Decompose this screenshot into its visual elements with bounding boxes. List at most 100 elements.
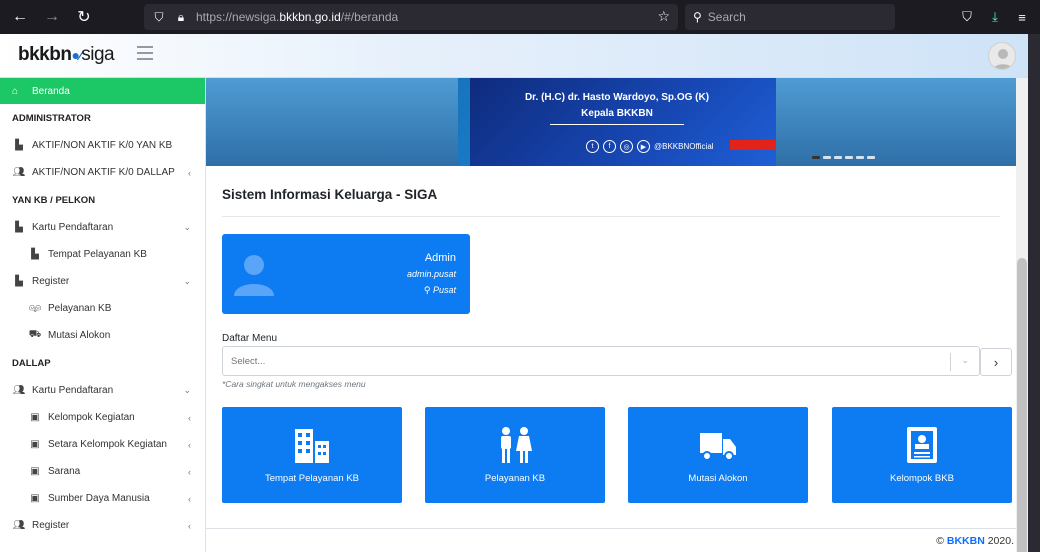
user-level-label: Pusat [432,285,456,295]
reload-icon[interactable]: ↻ [70,3,98,31]
browser-toolbar: ← → ↻ ⛉ 🔒︎ https://newsiga. bkkbn.go.id/#… [0,0,1040,34]
user-avatar[interactable] [988,42,1016,70]
chevron-left-icon: ‹ [188,520,191,531]
people-icon: 👫︎ [28,303,42,314]
chevron-left-icon: ‹ [188,466,191,477]
sidebar-item-label: Register [32,520,70,531]
carousel-dot[interactable] [867,156,875,159]
menu-select[interactable]: Select... ⌄ [222,346,980,376]
main-content: Sistem Informasi Keluarga - SIGA Admin a… [206,166,1028,528]
location-pin-icon: ⚲ [423,285,433,295]
sidebar-heading-administrator: ADMINISTRATOR [12,112,91,124]
book-icon: ▣ [30,493,40,504]
page-title: Sistem Informasi Keluarga - SIGA [222,187,438,202]
lock-icon: 🔒︎ [177,9,185,24]
page-scrollbar[interactable] [1016,78,1028,552]
footer-copyright: © BKKBN 2020. [936,535,1014,547]
bookmark-star-icon[interactable]: ☆ [657,8,670,25]
user-username: admin.pusat [406,269,456,279]
sidebar-item-label: Mutasi Alokon [48,330,111,341]
banner-role: Kepala BKKBN [581,108,653,119]
sidebar-item-beranda[interactable]: ⌂ Beranda [0,78,205,104]
browser-search-input[interactable]: ⚲ Search [685,4,895,30]
user-level: ⚲ Pusat [424,285,456,296]
sidebar-item-label: Kelompok Kegiatan [48,412,135,423]
menu-icon[interactable]: ≡ [1011,6,1033,28]
tile-pelayanan-kb[interactable]: Pelayanan KB [425,407,605,503]
sidebar-item-aktif-dallap[interactable]: 👥︎ AKTIF/NON AKTIF K/0 DALLAP ‹ [0,159,205,186]
logo-mark-icon: ●⁄ [71,47,82,63]
sidebar-item-setara-kelompok[interactable]: ▣ Setara Kelompok Kegiatan ‹ [0,431,205,458]
book-icon: ▣ [30,412,40,423]
scrollbar-thumb[interactable] [1017,258,1027,552]
tile-tempat-pelayanan-kb[interactable]: Tempat Pelayanan KB [222,407,402,503]
youtube-icon: ▶ [637,140,650,153]
copyright-symbol: © [936,535,944,547]
chevron-down-icon: ⌄ [183,222,191,232]
chevron-left-icon: ‹ [188,439,191,450]
sidebar-item-register[interactable]: ▙ Register ⌄ [0,268,205,295]
back-icon[interactable]: ← [6,3,34,31]
sidebar-item-aktif-yan-kb[interactable]: ▙ AKTIF/NON AKTIF K/0 YAN KB [0,132,205,159]
sidebar-item-kelompok-kegiatan[interactable]: ▣ Kelompok Kegiatan ‹ [0,404,205,431]
carousel-indicators [812,156,875,159]
chevron-down-icon[interactable]: ⌄ [961,355,969,366]
tile-mutasi-alokon[interactable]: Mutasi Alokon [628,407,808,503]
footer-brand-link[interactable]: BKKBN [947,535,985,547]
building-icon: ▙ [31,249,39,260]
book-icon: ▣ [30,466,40,477]
download-icon[interactable]: ⤓ [984,6,1006,28]
tile-kelompok-bkb[interactable]: Kelompok BKB [832,407,1012,503]
carousel-dot[interactable] [812,156,820,159]
carousel-dot[interactable] [834,156,842,159]
browser-search-placeholder: Search [707,10,746,24]
sidebar: ⌂ Beranda ADMINISTRATOR ▙ AKTIF/NON AKTI… [0,78,206,552]
sidebar-item-tempat-pelayanan[interactable]: ▙ Tempat Pelayanan KB [0,241,205,268]
truck-icon: ⛟ [28,329,42,340]
home-icon: ⌂ [12,85,19,97]
go-button[interactable]: › [980,348,1012,376]
sidebar-item-sdm[interactable]: ▣ Sumber Daya Manusia ‹ [0,485,205,512]
sidebar-item-pelayanan-kb[interactable]: 👫︎ Pelayanan KB [0,295,205,322]
users-icon: 👥︎ [12,520,26,531]
sidebar-item-label: Beranda [32,85,70,97]
chevron-right-icon: › [993,354,999,370]
sidebar-item-label: Pelayanan KB [48,303,112,314]
banner-divider [550,124,684,125]
url-path: /#/beranda [340,10,399,24]
tile-label: Kelompok BKB [890,473,954,484]
search-icon: ⚲ [693,10,702,24]
instagram-icon: ◎ [620,140,633,153]
sidebar-item-kartu-pendaftaran[interactable]: ▙ Kartu Pendaftaran ⌄ [0,214,205,241]
carousel-dot[interactable] [823,156,831,159]
shield-icon: ⛉ [154,9,164,24]
carousel-dot[interactable] [845,156,853,159]
truck-icon [628,427,808,463]
pocket-icon[interactable]: ⛉ [956,6,978,28]
chevron-left-icon: ‹ [188,493,191,504]
hamburger-menu-icon[interactable] [137,46,153,62]
menu-select-placeholder: Select... [231,355,266,367]
top-navbar: bkkbn●⁄siga [0,34,1028,78]
facebook-icon: f [603,140,616,153]
sidebar-item-register-dallap[interactable]: 👥︎ Register ‹ [0,512,205,539]
footer-year: 2020. [987,535,1014,547]
url-host: bkkbn.go.id [279,10,341,24]
building-icon: ▙ [15,222,23,233]
carousel-dot[interactable] [856,156,864,159]
users-icon: 👥︎ [12,167,26,178]
forward-icon[interactable]: → [38,3,66,31]
sidebar-item-sarana[interactable]: ▣ Sarana ‹ [0,458,205,485]
book-icon: ▣ [30,439,40,450]
carousel-slide[interactable]: Dr. (H.C) dr. Hasto Wardoyo, Sp.OG (K) K… [458,78,776,166]
users-icon: 👥︎ [12,385,26,396]
sidebar-item-label: Sarana [48,466,81,477]
sidebar-item-kartu-pendaftaran-dallap[interactable]: 👥︎ Kartu Pendaftaran ⌄ [0,377,205,404]
sidebar-item-mutasi-alokon[interactable]: ⛟ Mutasi Alokon [0,322,205,349]
url-bar[interactable]: ⛉ 🔒︎ https://newsiga. bkkbn.go.id/#/beran… [144,4,678,30]
sidebar-item-label: AKTIF/NON AKTIF K/0 YAN KB [32,140,173,151]
hero-carousel: Dr. (H.C) dr. Hasto Wardoyo, Sp.OG (K) K… [206,78,1028,166]
bkkbn-siga-logo[interactable]: bkkbn●⁄siga [18,44,115,66]
footer: © BKKBN 2020. [206,528,1028,552]
chevron-down-icon: ⌄ [183,385,191,395]
